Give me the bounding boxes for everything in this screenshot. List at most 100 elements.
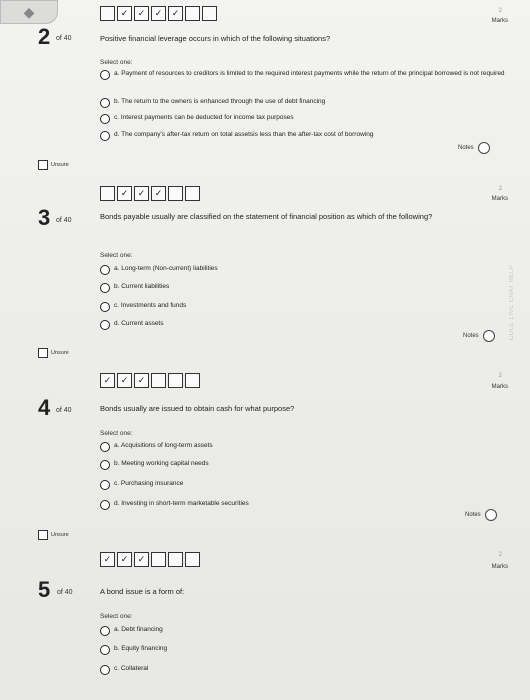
radio-button[interactable] bbox=[100, 70, 110, 80]
marks-value: 2 bbox=[498, 552, 502, 558]
answer-option-b[interactable]: b. The return to the owners is enhanced … bbox=[100, 98, 510, 108]
radio-button[interactable] bbox=[100, 265, 110, 275]
marks-label: Marks bbox=[491, 564, 508, 570]
notes-circle-icon[interactable] bbox=[477, 142, 490, 154]
progress-square: ✓ bbox=[117, 6, 132, 21]
select-one-label: Select one: bbox=[100, 59, 133, 66]
question-text: A bond issue is a form of: bbox=[100, 587, 185, 596]
notes-label: Notes bbox=[463, 333, 479, 339]
radio-button[interactable] bbox=[100, 442, 110, 452]
unsure-label: Unsure bbox=[51, 162, 69, 168]
progress-square: ✓ bbox=[100, 373, 115, 388]
progress-square: ✓ bbox=[134, 186, 149, 201]
question-of-total: of 40 bbox=[56, 217, 72, 224]
unsure-checkbox[interactable]: Unsure bbox=[38, 160, 69, 170]
answer-option-c[interactable]: c. Purchasing insurance bbox=[100, 480, 510, 490]
radio-button[interactable] bbox=[100, 480, 110, 490]
notes-circle-icon[interactable] bbox=[484, 509, 497, 521]
logo-icon: ◆ bbox=[23, 3, 35, 20]
option-text: c. Investments and funds bbox=[114, 302, 187, 309]
answer-option-b[interactable]: b. Equity financing bbox=[100, 645, 510, 655]
unsure-checkbox[interactable]: Unsure bbox=[38, 348, 69, 358]
question-of-total: of 40 bbox=[56, 407, 72, 414]
radio-button[interactable] bbox=[100, 320, 110, 330]
option-text: b. Current liabilities bbox=[114, 283, 170, 290]
answer-option-d[interactable]: d. Investing in short-term marketable se… bbox=[100, 500, 510, 510]
answer-progress-squares: ✓ ✓ ✓ bbox=[100, 552, 200, 567]
select-one-label: Select one: bbox=[100, 252, 133, 259]
question-text: Positive financial leverage occurs in wh… bbox=[100, 34, 331, 43]
progress-square: ✓ bbox=[134, 552, 149, 567]
progress-square bbox=[151, 373, 166, 388]
checkbox[interactable] bbox=[38, 530, 48, 540]
option-text: a. Payment of resources to creditors is … bbox=[114, 70, 505, 77]
progress-square bbox=[168, 186, 183, 201]
answer-progress-squares: ✓ ✓ ✓ bbox=[100, 186, 200, 201]
progress-square: ✓ bbox=[134, 6, 149, 21]
answer-option-b[interactable]: b. Current liabilities bbox=[100, 283, 510, 293]
progress-square bbox=[185, 6, 200, 21]
radio-button[interactable] bbox=[100, 626, 110, 636]
marks-label: Marks bbox=[491, 196, 508, 202]
radio-button[interactable] bbox=[100, 98, 110, 108]
progress-square bbox=[151, 552, 166, 567]
answer-option-b[interactable]: b. Meeting working capital needs bbox=[100, 460, 510, 470]
question-of-total: of 40 bbox=[57, 589, 73, 596]
notes-label: Notes bbox=[458, 145, 474, 151]
progress-square: ✓ bbox=[100, 552, 115, 567]
notes-toggle[interactable]: Notes bbox=[463, 330, 495, 342]
option-text: d. Current assets bbox=[114, 320, 164, 327]
progress-square: ✓ bbox=[117, 552, 132, 567]
answer-option-d[interactable]: d. The company's after-tax return on tot… bbox=[100, 131, 510, 141]
answer-progress-squares: ✓ ✓ ✓ ✓ bbox=[100, 6, 217, 21]
progress-square: ✓ bbox=[151, 186, 166, 201]
answer-option-a[interactable]: a. Acquisitions of long-term assets bbox=[100, 442, 510, 452]
progress-square: ✓ bbox=[168, 6, 183, 21]
radio-button[interactable] bbox=[100, 665, 110, 675]
select-one-label: Select one: bbox=[100, 613, 133, 620]
radio-button[interactable] bbox=[100, 645, 110, 655]
option-text: a. Debt financing bbox=[114, 626, 163, 633]
option-text: c. Collateral bbox=[114, 665, 149, 672]
notes-label: Notes bbox=[465, 512, 481, 518]
progress-square bbox=[185, 552, 200, 567]
progress-square: ✓ bbox=[134, 373, 149, 388]
progress-square: ✓ bbox=[117, 186, 132, 201]
radio-button[interactable] bbox=[100, 283, 110, 293]
checkbox[interactable] bbox=[38, 348, 48, 358]
marks-value: 2 bbox=[498, 373, 502, 379]
marks-value: 2 bbox=[498, 186, 502, 192]
option-text: c. Purchasing insurance bbox=[114, 480, 184, 487]
app-logo: ◆ bbox=[0, 0, 58, 24]
progress-square bbox=[185, 373, 200, 388]
notes-toggle[interactable]: Notes bbox=[465, 509, 497, 521]
option-text: d. The company's after-tax return on tot… bbox=[114, 131, 374, 138]
radio-button[interactable] bbox=[100, 302, 110, 312]
unsure-checkbox[interactable]: Unsure bbox=[38, 530, 69, 540]
question-text: Bonds usually are issued to obtain cash … bbox=[100, 404, 295, 413]
option-text: b. Meeting working capital needs bbox=[114, 460, 209, 467]
side-help-label[interactable]: COLE LIVE CHAT HELP bbox=[509, 240, 521, 340]
notes-toggle[interactable]: Notes bbox=[458, 142, 490, 154]
radio-button[interactable] bbox=[100, 500, 110, 510]
unsure-label: Unsure bbox=[51, 350, 69, 356]
answer-option-c[interactable]: c. Collateral bbox=[100, 665, 510, 675]
answer-option-a[interactable]: a. Debt financing bbox=[100, 626, 510, 636]
answer-option-c[interactable]: c. Interest payments can be deducted for… bbox=[100, 114, 510, 124]
marks-label: Marks bbox=[491, 18, 508, 24]
answer-option-a[interactable]: a. Long-term (Non-current) liabilities bbox=[100, 265, 510, 275]
unsure-label: Unsure bbox=[51, 532, 69, 538]
progress-square bbox=[100, 6, 115, 21]
answer-option-c[interactable]: c. Investments and funds bbox=[100, 302, 510, 312]
checkbox[interactable] bbox=[38, 160, 48, 170]
answer-option-d[interactable]: d. Current assets bbox=[100, 320, 510, 330]
answer-option-a[interactable]: a. Payment of resources to creditors is … bbox=[100, 70, 510, 80]
progress-square bbox=[168, 373, 183, 388]
radio-button[interactable] bbox=[100, 114, 110, 124]
option-text: a. Long-term (Non-current) liabilities bbox=[114, 265, 218, 272]
question-number: 4 bbox=[38, 395, 51, 420]
radio-button[interactable] bbox=[100, 131, 110, 141]
radio-button[interactable] bbox=[100, 460, 110, 470]
progress-square bbox=[100, 186, 115, 201]
notes-circle-icon[interactable] bbox=[482, 330, 495, 342]
